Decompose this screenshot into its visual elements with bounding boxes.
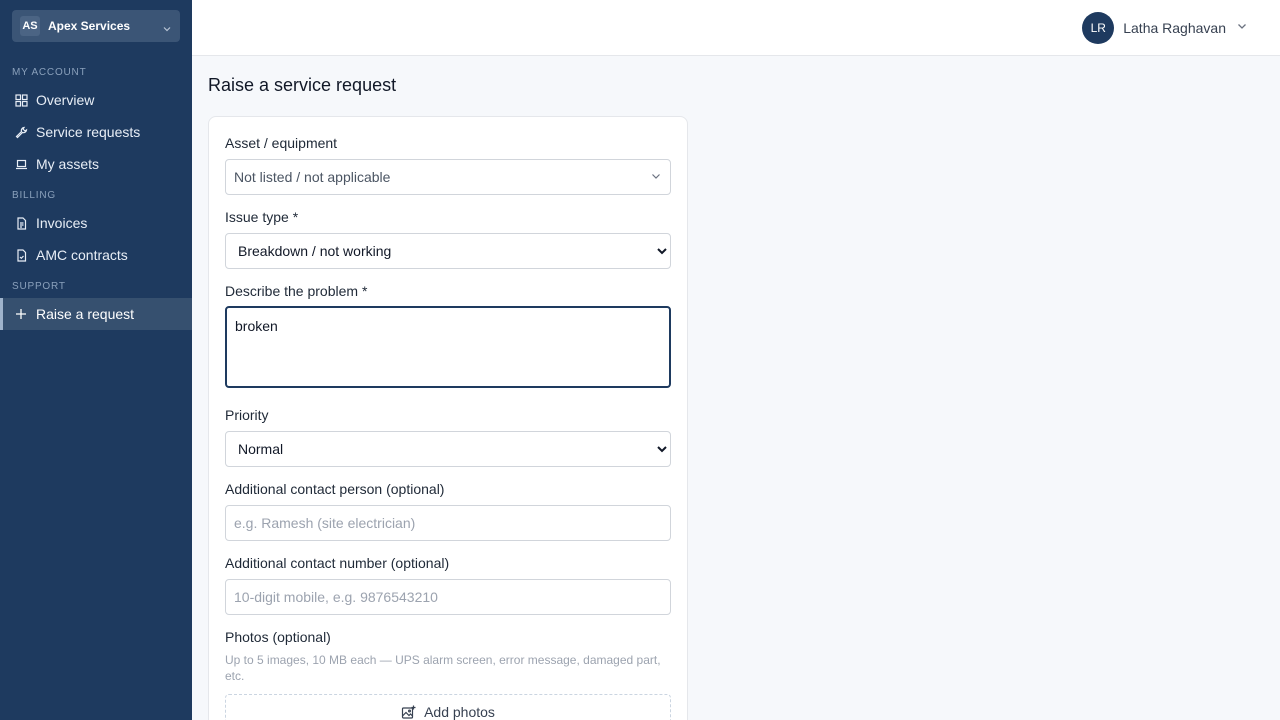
sidebar-item-label: Service requests	[36, 124, 141, 140]
sidebar-item-service-requests[interactable]: Service requests	[0, 116, 192, 148]
org-switcher[interactable]: AS Apex Services	[12, 10, 180, 42]
contact-number-input[interactable]	[225, 579, 671, 615]
sidebar-item-raise-request[interactable]: Raise a request	[0, 298, 192, 330]
page-title: Raise a service request	[208, 75, 397, 95]
sidebar-item-invoices[interactable]: Invoices	[0, 207, 192, 239]
org-name: Apex Services	[48, 19, 131, 33]
nav-section-billing: BILLING	[12, 190, 56, 201]
wrench-icon	[14, 125, 28, 139]
contact-person-input[interactable]	[225, 505, 671, 541]
issue-type-label: Issue type *	[225, 209, 299, 225]
chevron-down-icon	[650, 169, 662, 185]
image-add-icon	[401, 705, 416, 720]
grid-icon	[14, 93, 28, 107]
chevron-down-icon	[1236, 19, 1248, 37]
add-photos-button[interactable]: Add photos	[225, 694, 671, 720]
contact-person-label: Additional contact person (optional)	[225, 481, 445, 497]
sidebar-item-overview[interactable]: Overview	[0, 84, 192, 116]
add-photos-label: Add photos	[424, 704, 495, 720]
asset-label: Asset / equipment	[225, 135, 338, 151]
description-label: Describe the problem *	[225, 283, 368, 299]
sidebar-item-my-assets[interactable]: My assets	[0, 148, 192, 180]
contract-icon	[14, 248, 28, 262]
sidebar-item-label: Raise a request	[36, 306, 135, 322]
user-name: Latha Raghavan	[1123, 20, 1226, 36]
sidebar-item-label: AMC contracts	[36, 247, 128, 263]
nav-section-my-account: MY ACCOUNT	[12, 67, 87, 78]
user-menu[interactable]: LR Latha Raghavan	[1082, 12, 1248, 44]
photos-hint: Up to 5 images, 10 MB each — UPS alarm s…	[225, 653, 661, 683]
chevron-down-icon	[162, 21, 172, 32]
asset-select-value: Not listed / not applicable	[234, 169, 391, 185]
priority-select[interactable]: Normal	[225, 431, 671, 467]
description-textarea[interactable]: broken	[225, 306, 671, 388]
org-badge: AS	[20, 16, 40, 36]
sidebar-item-label: Overview	[36, 92, 95, 108]
sidebar-item-label: My assets	[36, 156, 100, 172]
nav-section-support: SUPPORT	[12, 281, 66, 292]
document-icon	[14, 216, 28, 230]
sidebar: AS Apex Services MY ACCOUNT Overview Ser…	[0, 0, 192, 720]
avatar: LR	[1082, 12, 1115, 44]
laptop-icon	[14, 157, 28, 171]
issue-type-select[interactable]: Breakdown / not working	[225, 233, 671, 269]
priority-label: Priority	[225, 407, 269, 423]
asset-select[interactable]: Not listed / not applicable	[225, 159, 671, 195]
plus-icon	[14, 307, 28, 321]
photos-label: Photos (optional)	[225, 629, 331, 645]
topbar: LR Latha Raghavan	[192, 0, 1280, 56]
sidebar-item-amc-contracts[interactable]: AMC contracts	[0, 239, 192, 271]
sidebar-item-label: Invoices	[36, 215, 88, 231]
contact-number-label: Additional contact number (optional)	[225, 555, 450, 571]
